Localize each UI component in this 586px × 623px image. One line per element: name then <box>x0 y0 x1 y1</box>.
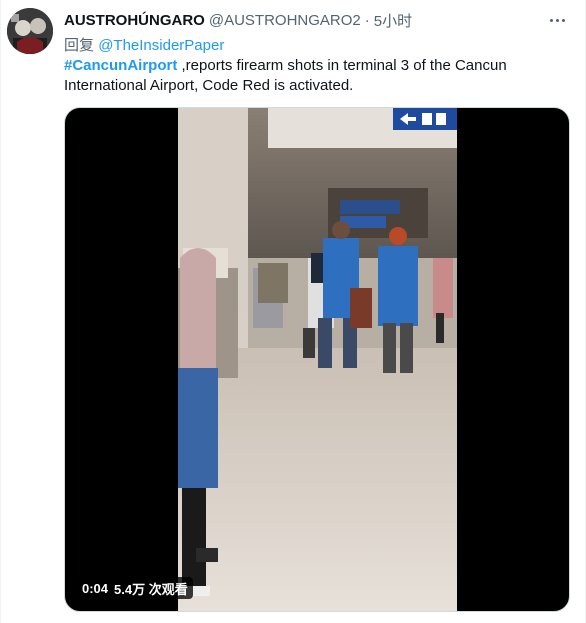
more-dots-icon[interactable] <box>547 10 567 30</box>
video-player[interactable]: 0:04 5.4万 次观看 <box>64 107 570 612</box>
airport-terminal-scene <box>178 108 457 611</box>
reply-mention-link[interactable]: @TheInsiderPaper <box>98 37 224 54</box>
reply-prefix: 回复 <box>64 37 95 54</box>
replying-to: 回复 @TheInsiderPaper <box>64 34 224 55</box>
hashtag-link[interactable]: #CancunAirport <box>64 57 177 74</box>
dot-icon <box>555 18 559 22</box>
video-view-count: 5.4万 次观看 <box>114 581 188 597</box>
tweet-header: AUSTROHÚNGARO @AUSTROHNGARO2 · 5小时 <box>64 10 412 30</box>
display-name[interactable]: AUSTROHÚNGARO <box>64 12 205 29</box>
tweet-card[interactable]: AUSTROHÚNGARO @AUSTROHNGARO2 · 5小时 回复 @T… <box>0 0 586 623</box>
dot-icon <box>561 18 565 22</box>
avatar[interactable] <box>7 8 53 54</box>
dot-icon <box>549 18 553 22</box>
video-stats-badge: 0:04 5.4万 次观看 <box>77 577 193 599</box>
tweet-text: #CancunAirport ,reports firearm shots in… <box>64 56 574 96</box>
profile-photo-icon <box>7 8 53 54</box>
video-elapsed-time: 0:04 <box>82 580 109 596</box>
separator-dot: · <box>364 11 370 29</box>
tweet-timestamp[interactable]: 5小时 <box>374 10 412 31</box>
video-frame[interactable] <box>178 108 457 611</box>
user-handle[interactable]: @AUSTROHNGARO2 <box>209 12 361 29</box>
